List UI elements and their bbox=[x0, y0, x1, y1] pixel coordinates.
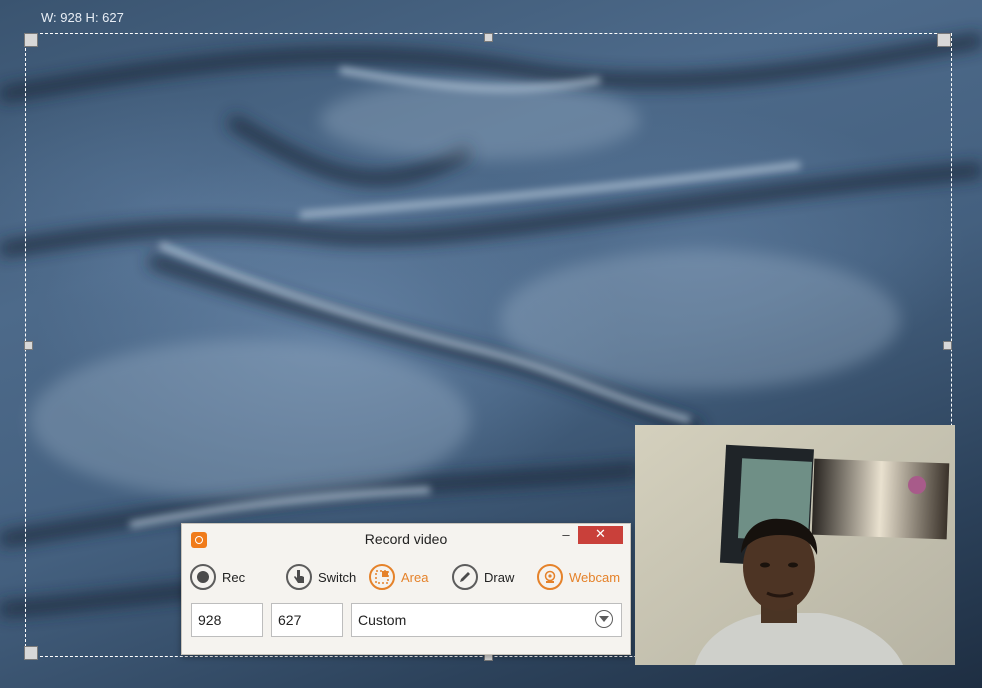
area-label: Area bbox=[401, 569, 429, 585]
webcam-icon bbox=[537, 564, 563, 590]
resize-handle-bottom-left[interactable] bbox=[24, 646, 38, 660]
resize-handle-top-left[interactable] bbox=[24, 33, 38, 47]
hand-pointer-icon bbox=[286, 564, 312, 590]
resize-handle-right[interactable] bbox=[943, 341, 952, 350]
record-video-dialog: Record video – ✕ Rec Switch Area Draw We… bbox=[181, 523, 631, 655]
resize-handle-top-right[interactable] bbox=[937, 33, 951, 47]
area-select-icon bbox=[369, 564, 395, 590]
preset-select[interactable]: Custom bbox=[351, 603, 622, 637]
preset-select-value: Custom bbox=[358, 612, 407, 628]
close-button[interactable]: ✕ bbox=[578, 526, 623, 544]
draw-label: Draw bbox=[484, 569, 515, 585]
height-input[interactable]: 627 bbox=[271, 603, 343, 637]
chevron-down-icon[interactable] bbox=[595, 610, 613, 628]
resize-handle-top[interactable] bbox=[484, 33, 493, 42]
pencil-icon bbox=[452, 564, 478, 590]
switch-button[interactable]: Switch bbox=[286, 562, 356, 592]
dialog-toolbar: Rec Switch Area Draw Webcam bbox=[182, 554, 630, 600]
record-icon bbox=[190, 564, 216, 590]
selection-dimensions-label: W: 928 H: 627 bbox=[41, 10, 124, 25]
resize-handle-left[interactable] bbox=[24, 341, 33, 350]
area-button[interactable]: Area bbox=[369, 562, 428, 592]
webcam-label: Webcam bbox=[569, 569, 621, 585]
width-input[interactable]: 928 bbox=[191, 603, 263, 637]
webcam-button[interactable]: Webcam bbox=[537, 562, 620, 592]
webcam-preview[interactable] bbox=[635, 425, 955, 665]
rec-button[interactable]: Rec bbox=[190, 562, 245, 592]
switch-label: Switch bbox=[318, 569, 357, 585]
draw-button[interactable]: Draw bbox=[452, 562, 514, 592]
rec-label: Rec bbox=[222, 569, 246, 585]
minimize-button[interactable]: – bbox=[555, 527, 577, 545]
dialog-titlebar[interactable]: Record video – ✕ bbox=[182, 524, 630, 554]
webcam-feed-image bbox=[635, 425, 955, 665]
dimension-fields: 928 627 Custom bbox=[182, 600, 630, 654]
